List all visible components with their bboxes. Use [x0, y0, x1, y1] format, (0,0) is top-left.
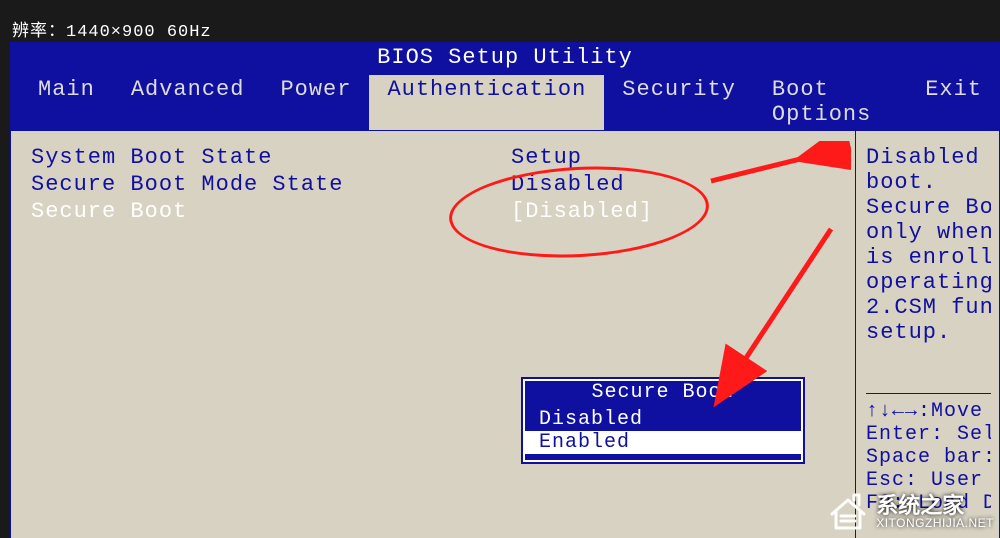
keyhelp-line: Esc: User	[866, 469, 991, 492]
help-line: operating	[866, 270, 991, 295]
help-divider	[866, 393, 991, 394]
keyhelp-line: ↑↓←→:Move	[866, 400, 991, 423]
secure-boot-mode-state-value: Disabled	[511, 172, 835, 197]
watermark-cn: 系统之家	[876, 495, 994, 517]
help-text: Disabled boot. Secure Bo only when: is e…	[866, 145, 991, 345]
secure-boot-mode-state-label: Secure Boot Mode State	[31, 172, 511, 197]
tab-advanced[interactable]: Advanced	[113, 75, 263, 130]
keyhelp-line: Space bar:	[866, 446, 991, 469]
help-panel: Disabled boot. Secure Bo only when: is e…	[855, 130, 1000, 538]
tab-security[interactable]: Security	[604, 75, 754, 130]
system-boot-state-label: System Boot State	[31, 145, 511, 170]
resolution-label: 辨率：1440×900 60Hz	[12, 16, 212, 42]
popup-title: Secure Boot	[585, 381, 740, 404]
help-line: 2.CSM funct	[866, 295, 991, 320]
popup-option-enabled[interactable]: Enabled	[525, 431, 801, 454]
secure-boot-label[interactable]: Secure Boot	[31, 199, 511, 224]
watermark: 系统之家 XITONGZHIJIA.NET	[826, 492, 994, 532]
tab-main[interactable]: Main	[20, 75, 113, 130]
help-line: setup.	[866, 320, 991, 345]
house-icon	[826, 492, 870, 532]
help-line: is enrolle	[866, 245, 991, 270]
popup-option-disabled[interactable]: Disabled	[525, 408, 801, 431]
bios-title: BIOS Setup Utility	[10, 42, 1000, 75]
tab-boot-options[interactable]: Boot Options	[754, 75, 907, 130]
tab-authentication[interactable]: Authentication	[369, 75, 604, 130]
tab-bar: Main Advanced Power Authentication Secur…	[10, 75, 1000, 130]
secure-boot-value[interactable]: [Disabled]	[511, 199, 835, 224]
watermark-url: XITONGZHIJIA.NET	[876, 517, 994, 529]
help-line: only when:	[866, 220, 991, 245]
bios-screen: BIOS Setup Utility Main Advanced Power A…	[10, 42, 1000, 538]
tab-power[interactable]: Power	[262, 75, 369, 130]
tab-exit[interactable]: Exit	[907, 75, 1000, 130]
secure-boot-popup: Secure Boot Disabled Enabled	[523, 379, 803, 462]
keyhelp-line: Enter: Select	[866, 423, 991, 446]
help-line: Disabled	[866, 145, 991, 170]
main-panel: System Boot State Setup Secure Boot Mode…	[10, 130, 855, 538]
help-line: boot.	[866, 170, 991, 195]
system-boot-state-value: Setup	[511, 145, 835, 170]
help-line: Secure Bo	[866, 195, 991, 220]
